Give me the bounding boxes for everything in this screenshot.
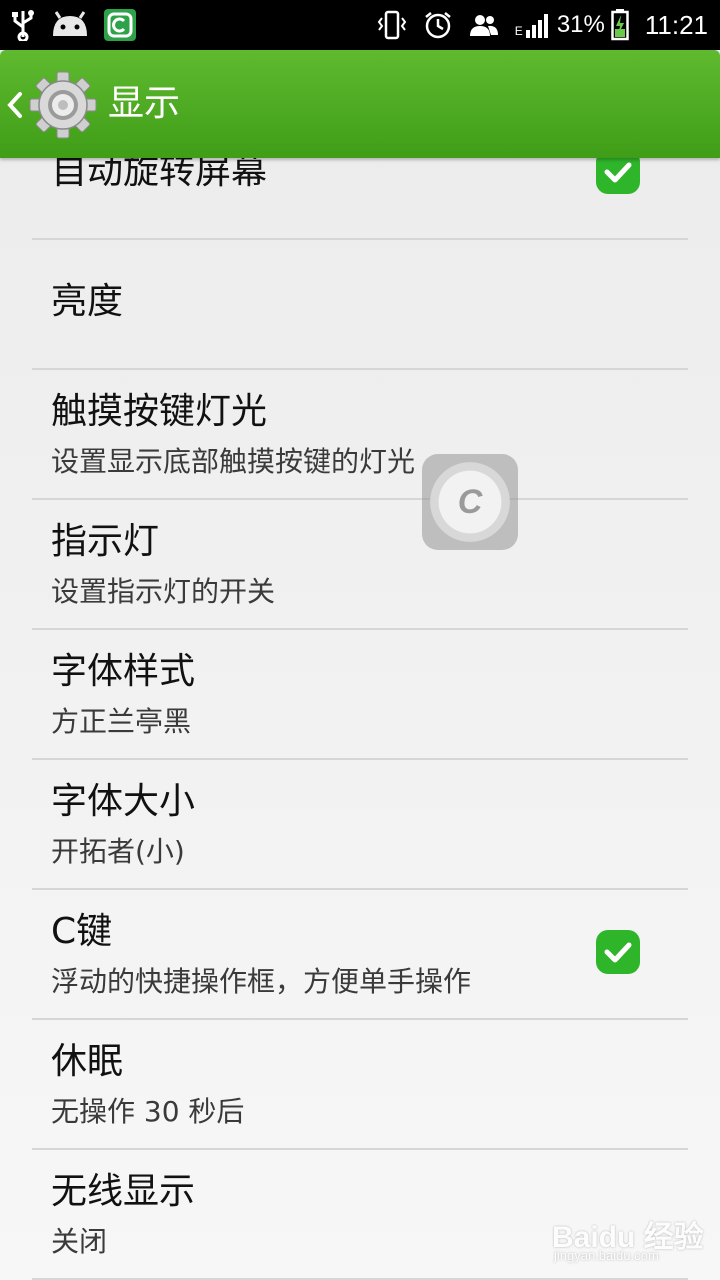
alarm-icon xyxy=(425,12,451,39)
status-bar-left xyxy=(10,8,136,42)
setting-title: 指示灯 xyxy=(51,521,160,562)
page-title: 显示 xyxy=(108,83,181,124)
status-bar: E 31% 11:21 xyxy=(0,0,720,50)
setting-c-key[interactable]: C键 浮动的快捷操作框，方便单手操作 xyxy=(32,888,688,1020)
setting-font-style[interactable]: 字体样式 方正兰亭黑 xyxy=(32,628,688,760)
setting-title: 休眠 xyxy=(51,1041,124,1082)
setting-summary: 设置指示灯的开关 xyxy=(51,575,276,608)
back-chevron-icon[interactable] xyxy=(4,88,26,122)
watermark-sub: jingyan.baidu.com xyxy=(554,1248,659,1263)
setting-summary: 方正兰亭黑 xyxy=(51,705,192,738)
checkbox-checked[interactable] xyxy=(596,930,640,974)
setting-touch-key-light[interactable]: 触摸按键灯光 设置显示底部触摸按键的灯光 xyxy=(32,368,688,500)
action-bar: 显示 xyxy=(0,50,720,158)
network-type-label: E xyxy=(514,24,523,38)
android-icon xyxy=(53,11,87,36)
checkmark-icon xyxy=(604,942,632,963)
signal-icon xyxy=(525,14,548,38)
setting-summary: 开拓者(小) xyxy=(51,835,185,868)
settings-gear-icon[interactable] xyxy=(28,70,98,140)
baidu-jingyan-watermark: Baidu 经验 jingyan.baidu.com xyxy=(552,1212,712,1268)
setting-sleep[interactable]: 休眠 无操作 30 秒后 xyxy=(32,1018,688,1150)
setting-summary: 浮动的快捷操作框，方便单手操作 xyxy=(51,965,472,998)
setting-summary: 关闭 xyxy=(51,1225,108,1258)
usb-icon xyxy=(12,10,34,41)
vibrate-icon xyxy=(377,10,407,40)
checkbox-checked[interactable] xyxy=(596,158,640,194)
app-c-icon xyxy=(104,9,136,41)
floating-button-label: C xyxy=(457,483,483,521)
setting-title: 字体样式 xyxy=(51,651,196,692)
clock: 11:21 xyxy=(644,9,708,40)
setting-title: 字体大小 xyxy=(51,781,196,822)
setting-brightness[interactable]: 亮度 xyxy=(32,238,688,370)
settings-list: 自动旋转屏幕 亮度 触摸按键灯光 设置显示底部触摸按键的灯光 指示灯 设置指示灯… xyxy=(0,158,720,1280)
setting-title: 亮度 xyxy=(51,281,124,322)
setting-summary: 无操作 30 秒后 xyxy=(51,1095,245,1128)
checkmark-icon xyxy=(604,162,632,183)
setting-auto-rotate[interactable]: 自动旋转屏幕 xyxy=(32,158,688,240)
floating-c-key-button[interactable]: C xyxy=(422,454,518,550)
setting-indicator[interactable]: 指示灯 设置指示灯的开关 xyxy=(32,498,688,630)
setting-font-size[interactable]: 字体大小 开拓者(小) xyxy=(32,758,688,890)
setting-title: 触摸按键灯光 xyxy=(51,391,268,432)
battery-charging-icon xyxy=(611,9,629,41)
setting-title: C键 xyxy=(51,911,113,952)
status-bar-right: E 31% 11:21 xyxy=(377,8,708,42)
battery-percent: 31% xyxy=(556,11,605,38)
setting-title: 无线显示 xyxy=(51,1171,196,1212)
setting-title: 自动旋转屏幕 xyxy=(51,158,268,192)
contacts-icon xyxy=(469,15,498,36)
setting-summary: 设置显示底部触摸按键的灯光 xyxy=(51,445,416,478)
